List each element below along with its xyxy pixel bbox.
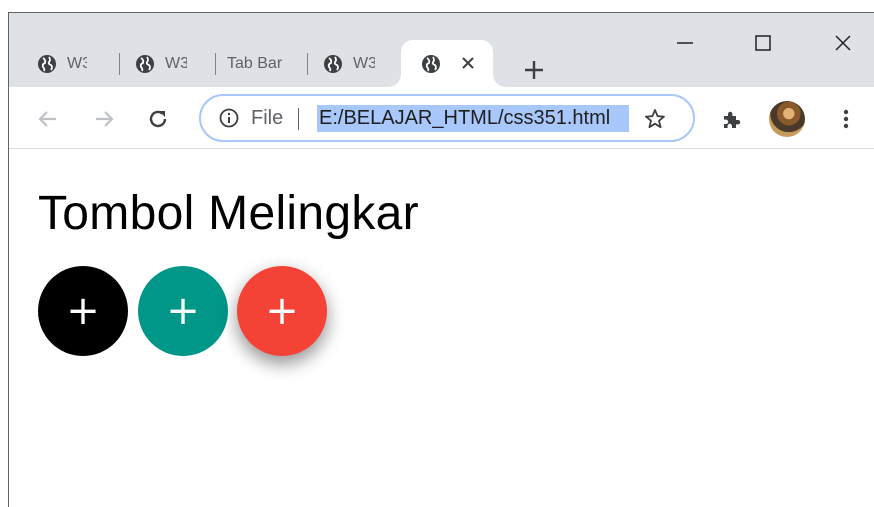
- forward-button[interactable]: [89, 104, 119, 134]
- arrow-right-icon: [96, 111, 114, 127]
- reload-button[interactable]: [143, 104, 173, 134]
- round-button-teal[interactable]: +: [138, 266, 228, 356]
- reload-icon: [149, 110, 167, 128]
- page-heading: Tombol Melingkar: [38, 187, 419, 240]
- star-icon[interactable]: [643, 107, 667, 131]
- minimize-button[interactable]: [667, 25, 703, 61]
- scheme-label: File: [251, 107, 284, 129]
- tab-tab-bar[interactable]: Tab Bar: [227, 40, 309, 87]
- omnibox-separator: [298, 108, 299, 130]
- arrow-left-icon: [38, 111, 56, 127]
- round-button-black[interactable]: +: [38, 266, 128, 356]
- globe-icon: [136, 54, 154, 73]
- tab-title: Tab Bar: [227, 54, 283, 72]
- tab-w3-2[interactable]: W3: [135, 40, 219, 87]
- more-vertical-icon: [843, 109, 849, 129]
- tab-separator: [215, 53, 216, 75]
- maximize-button[interactable]: [745, 25, 781, 61]
- tab-separator: [307, 53, 308, 75]
- address-bar[interactable]: File E:/BELAJAR_HTML/css351.html: [199, 94, 695, 142]
- close-tab-button[interactable]: [457, 52, 479, 74]
- maximize-icon: [755, 35, 771, 51]
- plus-icon: [525, 61, 543, 79]
- browser-window: W3 W3 Tab Bar W3: [8, 12, 874, 507]
- round-button-red[interactable]: +: [237, 266, 327, 356]
- url-text[interactable]: E:/BELAJAR_HTML/css351.html: [317, 105, 629, 132]
- profile-avatar[interactable]: [769, 101, 805, 137]
- browser-toolbar: File E:/BELAJAR_HTML/css351.html: [9, 87, 874, 149]
- menu-button[interactable]: [831, 104, 861, 134]
- close-window-button[interactable]: [825, 25, 861, 61]
- puzzle-icon: [724, 111, 741, 128]
- globe-icon: [324, 54, 342, 73]
- back-button[interactable]: [33, 104, 63, 134]
- minimize-icon: [677, 42, 693, 44]
- globe-icon: [38, 54, 56, 73]
- tab-title: W3: [353, 54, 375, 72]
- tab-title: W3: [67, 54, 87, 72]
- new-tab-button[interactable]: [519, 55, 549, 85]
- tab-separator: [119, 53, 120, 75]
- page-content: Tombol Melingkar + + +: [9, 150, 874, 507]
- tab-strip: W3 W3 Tab Bar W3: [9, 13, 874, 87]
- globe-icon: [422, 54, 440, 73]
- info-icon[interactable]: [219, 108, 239, 128]
- close-icon: [462, 57, 474, 69]
- extensions-button[interactable]: [717, 104, 747, 134]
- tab-active[interactable]: [389, 40, 505, 87]
- close-icon: [835, 35, 851, 51]
- tab-w3-1[interactable]: W3: [37, 40, 119, 87]
- tab-title: W3: [165, 54, 187, 72]
